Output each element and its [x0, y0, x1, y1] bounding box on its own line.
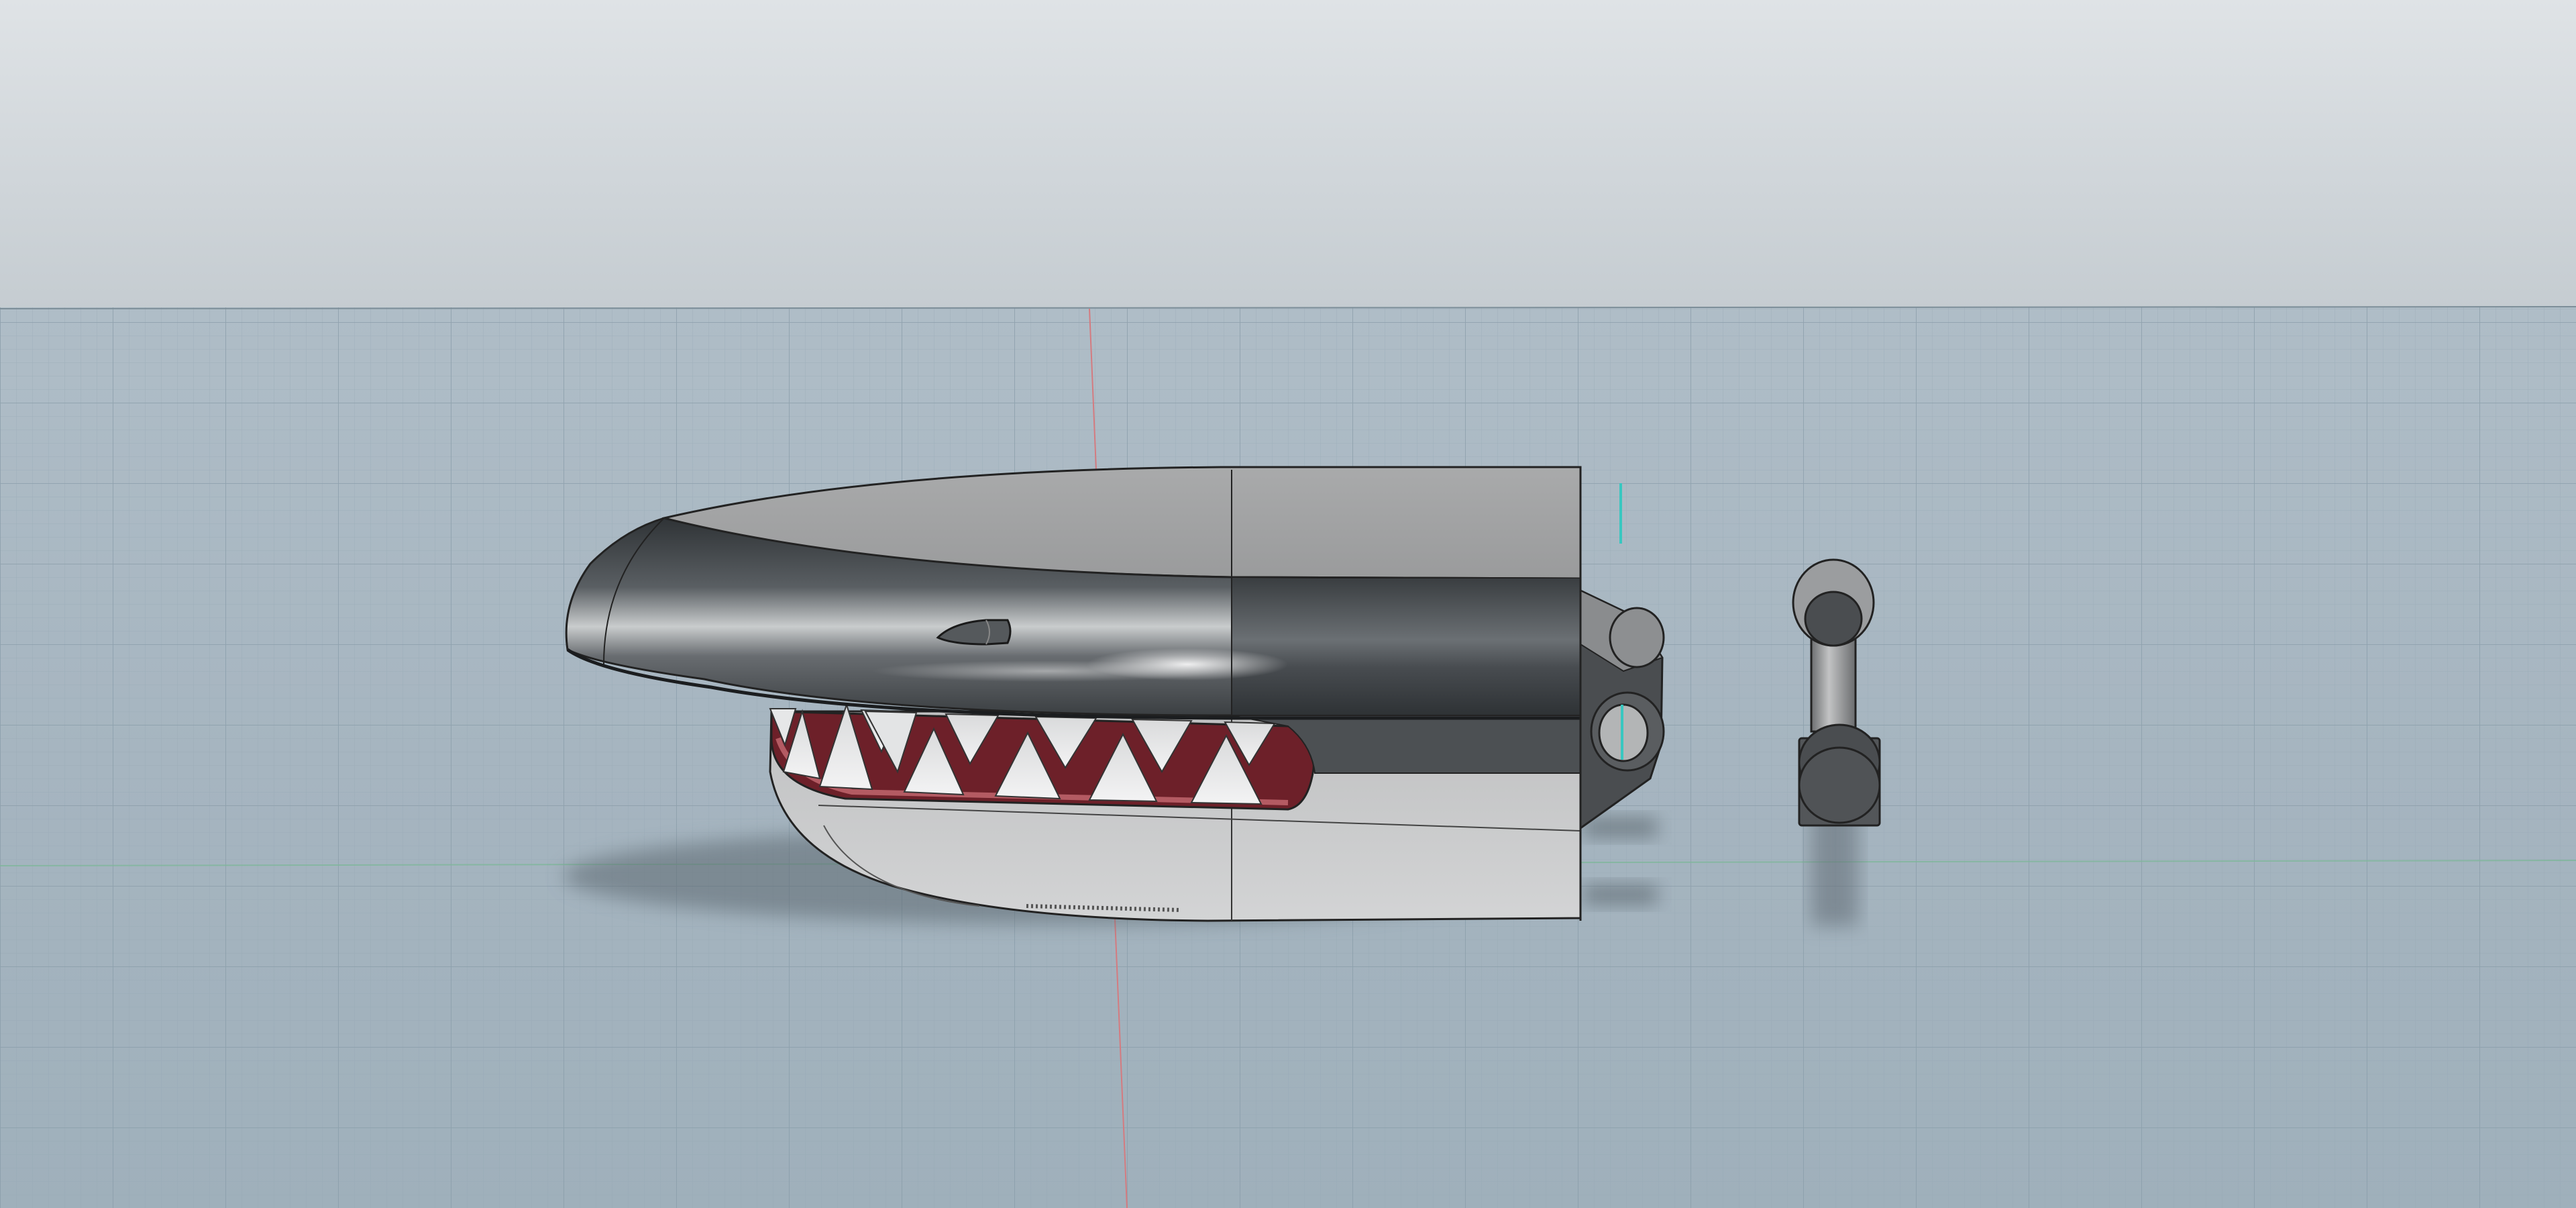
sky-background: [0, 0, 2576, 309]
3d-viewport[interactable]: [0, 0, 2576, 1208]
model-geometry: [1609, 607, 1665, 668]
model-geometry: [872, 660, 1221, 682]
model-geometry: [1232, 578, 1580, 715]
model-geometry: [1798, 746, 1881, 824]
viewport-canvas[interactable]: [0, 0, 2576, 1208]
model-geometry: [1804, 591, 1863, 647]
model-geometry: [1810, 636, 1857, 733]
model-geometry: [1583, 886, 1657, 903]
model-geometry: [1583, 819, 1657, 836]
